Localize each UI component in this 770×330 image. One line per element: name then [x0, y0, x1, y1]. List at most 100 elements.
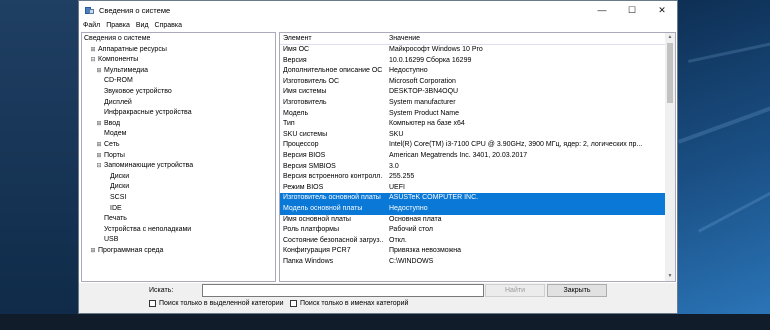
tree-item[interactable]: ⊞ Мультимедиа — [96, 66, 148, 77]
category-tree[interactable]: Сведения о системе ⊞ Аппаратные ресурсы ⊟ Ко… — [81, 32, 276, 282]
menu-file[interactable]: Файл — [83, 22, 100, 29]
collapse-icon[interactable]: ⊟ — [90, 55, 96, 66]
table-row[interactable]: Имя системы DESKTOP-3BN4OQU — [280, 87, 665, 98]
cell-item: Тип — [283, 120, 295, 128]
checkbox-category-names[interactable] — [290, 300, 297, 307]
table-row[interactable]: Версия встроенного контролл... 255.255 — [280, 172, 665, 183]
table-row[interactable]: Конфигурация PCR7 Привязка невозможна — [280, 246, 665, 257]
table-row[interactable]: Модель System Product Name — [280, 109, 665, 120]
expand-icon[interactable]: ⊞ — [96, 66, 102, 77]
cell-item: Имя системы — [283, 88, 327, 96]
expand-icon[interactable]: ⊞ — [90, 246, 96, 257]
tree-item[interactable]: ⊞ Ввод — [96, 119, 120, 130]
table-row[interactable]: Изготовитель System manufacturer — [280, 98, 665, 109]
scrollbar-thumb[interactable] — [667, 43, 673, 103]
scroll-down-icon[interactable]: ▼ — [665, 272, 675, 281]
cell-value: System Product Name — [389, 109, 460, 117]
expand-icon[interactable]: ⊞ — [96, 140, 102, 151]
tree-item[interactable]: ⊞ Программная среда — [90, 246, 163, 257]
tree-item[interactable]: ⊞ Порты — [96, 151, 124, 162]
table-row[interactable]: Изготовитель основной платы ASUSTeK COMPU… — [280, 193, 665, 204]
table-row[interactable]: Процессор Intel(R) Core(TM) i3-7100 CPU @… — [280, 140, 665, 151]
table-row[interactable]: Имя ОС Майкрософт Windows 10 Pro — [280, 45, 665, 56]
find-button[interactable]: Найти — [485, 284, 545, 297]
cell-value: Microsoft Corporation — [389, 77, 456, 85]
table-row[interactable]: Роль платформы Рабочий стол — [280, 225, 665, 236]
table-row[interactable]: Тип Компьютер на базе x64 — [280, 119, 665, 130]
cell-value: UEFI — [389, 183, 405, 191]
system-information-window: Сведения о системе — ☐ ✕ Файл Правка Вид… — [78, 0, 678, 314]
table-row[interactable]: Имя основной платы Основная плата — [280, 215, 665, 226]
tree-item[interactable]: IDE — [102, 204, 122, 215]
tree-item[interactable]: Диски — [102, 172, 129, 183]
table-row[interactable]: Дополнительное описание ОС Недоступно — [280, 66, 665, 77]
tree-item[interactable]: Печать — [96, 214, 127, 225]
table-row[interactable]: Состояние безопасной загруз... Откл. — [280, 236, 665, 247]
cell-value: 10.0.16299 Сборка 16299 — [389, 56, 472, 64]
tree-item[interactable]: Устройства с неполадками — [96, 225, 191, 236]
checkbox-selected-category[interactable] — [149, 300, 156, 307]
search-input[interactable] — [202, 284, 484, 297]
cell-item: Модель основной платы — [283, 205, 363, 212]
close-search-button[interactable]: Закрыть — [547, 284, 607, 297]
cell-item: SKU системы — [283, 130, 328, 138]
tree-item[interactable]: ⊞ Аппаратные ресурсы — [90, 45, 166, 56]
tree-item-label: Инфракрасные устройства — [104, 109, 192, 117]
tree-item-label: USB — [104, 236, 119, 244]
cell-value: Недоступно — [389, 205, 428, 212]
tree-item-label: Звуковое устройство — [104, 88, 172, 95]
tree-item[interactable]: ⊟ Компоненты — [90, 55, 138, 66]
tree-item-label: Мультимедиа — [104, 66, 148, 74]
title-bar[interactable]: Сведения о системе — ☐ ✕ — [79, 1, 677, 19]
cell-item: Модель — [283, 109, 309, 117]
option-category-names[interactable]: Поиск только в именах категорий — [290, 300, 408, 307]
tree-item-label: IDE — [110, 204, 122, 212]
table-row[interactable]: Изготовитель ОС Microsoft Corporation — [280, 77, 665, 88]
menu-view[interactable]: Вид — [136, 22, 149, 29]
menu-edit[interactable]: Правка — [106, 22, 130, 29]
option-selected-category[interactable]: Поиск только в выделенной категории — [149, 300, 284, 307]
tree-item[interactable]: USB — [96, 235, 118, 246]
tree-item[interactable]: Дисплей — [96, 98, 132, 109]
tree-item[interactable]: Модем — [96, 129, 126, 140]
tree-item[interactable]: Звуковое устройство — [96, 87, 172, 98]
table-row[interactable]: SKU системы SKU — [280, 130, 665, 141]
cell-item: Изготовитель основной платы — [283, 194, 381, 202]
scroll-up-icon[interactable]: ▲ — [665, 33, 675, 42]
expand-icon[interactable]: ⊞ — [96, 151, 102, 162]
tree-item[interactable]: CD-ROM — [96, 76, 133, 87]
search-panel: Искать: Найти Закрыть Поиск только в выд… — [79, 283, 677, 313]
cell-value: Недоступно — [389, 67, 428, 75]
close-button[interactable]: ✕ — [647, 1, 677, 19]
tree-item[interactable]: ⊟ Запоминающие устройства — [96, 161, 193, 172]
table-row[interactable]: Версия 10.0.16299 Сборка 16299 — [280, 56, 665, 67]
tree-item[interactable]: Диски — [102, 182, 129, 193]
tree-item-label: Ввод — [104, 119, 121, 127]
cell-item: Конфигурация PCR7 — [283, 247, 351, 255]
menu-help[interactable]: Справка — [155, 22, 182, 29]
tree-item[interactable]: Сведения о системе — [84, 34, 150, 45]
expand-icon[interactable]: ⊞ — [96, 119, 102, 130]
table-row[interactable]: Версия SMBIOS 3.0 — [280, 162, 665, 173]
column-header-item[interactable]: Элемент — [283, 33, 312, 44]
cell-value: Основная плата — [389, 215, 442, 223]
column-header-value[interactable]: Значение — [389, 33, 420, 44]
menu-bar: Файл Правка Вид Справка — [79, 19, 677, 31]
table-row[interactable]: Папка Windows C:\WINDOWS — [280, 257, 665, 268]
table-row[interactable]: Версия BIOS American Megatrends Inc. 3401… — [280, 151, 665, 162]
table-row[interactable]: Режим BIOS UEFI — [280, 183, 665, 194]
tree-item[interactable]: ⊞ Сеть — [96, 140, 119, 151]
maximize-button[interactable]: ☐ — [617, 1, 647, 19]
tree-item[interactable]: Инфракрасные устройства — [96, 108, 192, 119]
tree-item[interactable]: SCSI — [102, 193, 126, 204]
table-row[interactable]: Модель основной платы Недоступно — [280, 204, 665, 215]
vertical-scrollbar[interactable]: ▲ ▼ — [665, 33, 675, 281]
cell-item: Состояние безопасной загруз... — [283, 236, 383, 244]
expand-icon[interactable]: ⊞ — [90, 45, 96, 56]
minimize-button[interactable]: — — [587, 1, 617, 19]
window-title: Сведения о системе — [99, 5, 171, 15]
tree-item-label: Диски — [110, 172, 130, 180]
tree-item-label: SCSI — [110, 194, 127, 201]
details-header: Элемент Значение — [280, 33, 665, 45]
collapse-icon[interactable]: ⊟ — [96, 161, 102, 172]
